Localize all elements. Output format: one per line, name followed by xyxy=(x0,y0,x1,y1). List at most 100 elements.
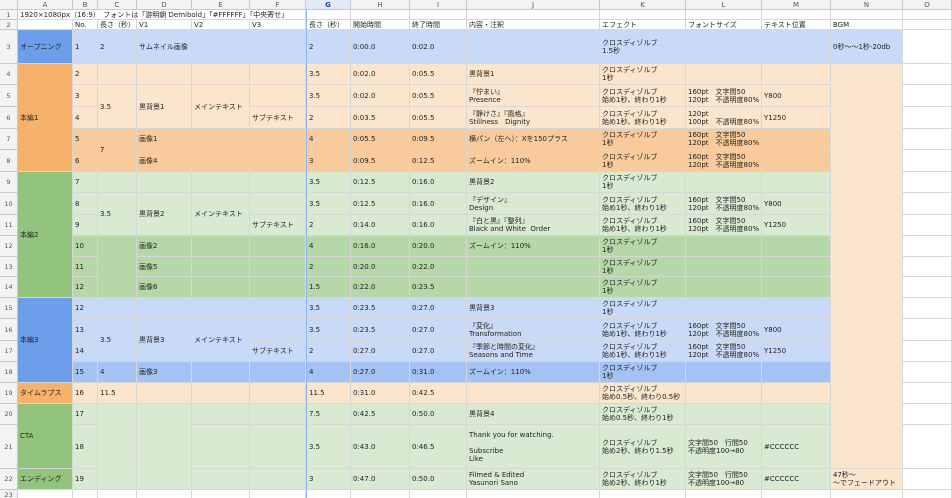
cell-m11[interactable]: Y1250 xyxy=(762,215,831,236)
cell-a4[interactable]: 本編1 xyxy=(18,64,73,172)
cell-h6[interactable]: 0:03.5 xyxy=(351,107,410,129)
cell-b20[interactable]: 17 xyxy=(73,404,98,425)
cell-g6[interactable]: 2 xyxy=(306,107,351,129)
row-header-6[interactable]: 6 xyxy=(0,107,18,129)
cell-e21[interactable] xyxy=(192,425,250,469)
cell-b10[interactable]: 8 xyxy=(73,193,98,215)
cell-f10[interactable] xyxy=(250,193,306,215)
cell-i16[interactable]: 0:27.0 xyxy=(410,319,467,341)
cell-m2[interactable]: テキスト位置 xyxy=(762,20,831,30)
cell-a9[interactable]: 本編2 xyxy=(18,172,73,298)
cell-c16[interactable]: 3.5 xyxy=(98,319,137,362)
row-header-22[interactable]: 22 xyxy=(0,469,18,490)
cell-l9[interactable] xyxy=(686,172,762,193)
cell-j20[interactable]: 黒背景4 xyxy=(467,404,600,425)
cell-j23[interactable] xyxy=(467,490,600,498)
cell-f9[interactable] xyxy=(250,172,306,193)
cell-i1[interactable] xyxy=(410,10,467,20)
cell-b17[interactable]: 14 xyxy=(73,341,98,362)
cell-a2[interactable] xyxy=(18,20,73,30)
cell-e8[interactable] xyxy=(192,150,250,172)
row-header-2[interactable]: 2 xyxy=(0,20,18,30)
cell-f3[interactable] xyxy=(250,30,306,64)
cell-m10[interactable]: Y800 xyxy=(762,193,831,215)
cell-d7[interactable]: 画像1 xyxy=(137,129,192,150)
cell-h12[interactable]: 0:16.0 xyxy=(351,236,410,257)
cell-m9[interactable] xyxy=(762,172,831,193)
cell-n2[interactable]: BGM xyxy=(831,20,903,30)
cell-g8[interactable]: 3 xyxy=(306,150,351,172)
cell-k19[interactable]: クロスディゾルブ 始め0.5秒、終わり0.5秒 xyxy=(600,383,686,404)
cell-k2[interactable]: エフェクト xyxy=(600,20,686,30)
cell-m18[interactable] xyxy=(762,362,831,383)
cell-f19[interactable] xyxy=(250,383,306,404)
cell-h3[interactable]: 0:00.0 xyxy=(351,30,410,64)
cell-o14[interactable] xyxy=(903,277,952,298)
cell-l1[interactable] xyxy=(686,10,762,20)
cell-l17[interactable]: 160pt 文字間50 120pt 不透明度80% xyxy=(686,341,762,362)
cell-b11[interactable]: 9 xyxy=(73,215,98,236)
cell-c7[interactable]: 7 xyxy=(98,129,137,172)
cell-g7[interactable]: 4 xyxy=(306,129,351,150)
cell-f17[interactable]: サブテキスト xyxy=(250,341,306,362)
cell-o1[interactable] xyxy=(903,10,952,20)
cell-c4[interactable] xyxy=(98,64,137,85)
cell-o17[interactable] xyxy=(903,341,952,362)
cell-b9[interactable]: 7 xyxy=(73,172,98,193)
cell-d9[interactable] xyxy=(137,172,192,193)
cell-f21[interactable] xyxy=(250,425,306,469)
cell-i20[interactable]: 0:50.0 xyxy=(410,404,467,425)
row-header-17[interactable]: 17 xyxy=(0,341,18,362)
cell-c9[interactable] xyxy=(98,172,137,193)
cell-g20[interactable]: 7.5 xyxy=(306,404,351,425)
cell-d5[interactable]: 黒背景1 xyxy=(137,85,192,129)
cell-k22[interactable]: クロスディゾルブ 始め2秒、終わり1秒 xyxy=(600,469,686,490)
cell-b7[interactable]: 5 xyxy=(73,129,98,150)
cell-m8[interactable] xyxy=(762,150,831,172)
cell-i4[interactable]: 0:05.5 xyxy=(410,64,467,85)
cell-e12[interactable] xyxy=(192,236,250,257)
cell-h16[interactable]: 0:23.5 xyxy=(351,319,410,341)
cell-l22[interactable]: 文字間50 行間50 不透明度100→80 xyxy=(686,469,762,490)
cell-e13[interactable] xyxy=(192,257,250,277)
cell-g18[interactable]: 4 xyxy=(306,362,351,383)
cell-l5[interactable]: 160pt 文字間50 120pt 不透明度80% xyxy=(686,85,762,107)
cell-l16[interactable]: 160pt 文字間50 120pt 不透明度80% xyxy=(686,319,762,341)
cell-j6[interactable]: 『静けさ』『風格』 Stillness Dignity xyxy=(467,107,600,129)
cell-h23[interactable] xyxy=(351,490,410,498)
cell-d16[interactable]: 黒背景3 xyxy=(137,319,192,362)
cell-c15[interactable] xyxy=(98,298,137,319)
cell-o23[interactable] xyxy=(903,490,952,498)
cell-m17[interactable]: Y1250 xyxy=(762,341,831,362)
cell-o11[interactable] xyxy=(903,215,952,236)
cell-j10[interactable]: 『デザイン』 Design xyxy=(467,193,600,215)
cell-n3[interactable]: 0秒〜〜1秒-20db xyxy=(831,30,903,64)
select-all-corner[interactable] xyxy=(0,0,18,10)
column-header-l[interactable]: L xyxy=(686,0,762,10)
row-header-20[interactable]: 20 xyxy=(0,404,18,425)
cell-m7[interactable] xyxy=(762,129,831,150)
cell-b23[interactable] xyxy=(73,490,98,498)
cell-m14[interactable] xyxy=(762,277,831,298)
cell-h11[interactable]: 0:14.0 xyxy=(351,215,410,236)
cell-g9[interactable]: 3.5 xyxy=(306,172,351,193)
cell-e4[interactable] xyxy=(192,64,250,85)
cell-f13[interactable] xyxy=(250,257,306,277)
cell-b4[interactable]: 2 xyxy=(73,64,98,85)
cell-a20[interactable]: CTA xyxy=(18,404,73,469)
cell-l4[interactable] xyxy=(686,64,762,85)
cell-g12[interactable]: 4 xyxy=(306,236,351,257)
cell-l8[interactable]: 160pt 文字間50 120pt 不透明度80% xyxy=(686,150,762,172)
cell-l18[interactable] xyxy=(686,362,762,383)
cell-c23[interactable] xyxy=(98,490,137,498)
cell-m22[interactable]: #CCCCCC xyxy=(762,469,831,490)
cell-j18[interactable]: ズームイン：110% xyxy=(467,362,600,383)
cell-i2[interactable]: 終了時間 xyxy=(410,20,467,30)
column-header-b[interactable]: B xyxy=(73,0,98,10)
cell-l3[interactable] xyxy=(686,30,762,64)
cell-e14[interactable] xyxy=(192,277,250,298)
cell-b22[interactable]: 19 xyxy=(73,469,98,490)
cell-d19[interactable] xyxy=(137,383,192,404)
cell-o12[interactable] xyxy=(903,236,952,257)
cell-j12[interactable]: ズームイン：110% xyxy=(467,236,600,257)
